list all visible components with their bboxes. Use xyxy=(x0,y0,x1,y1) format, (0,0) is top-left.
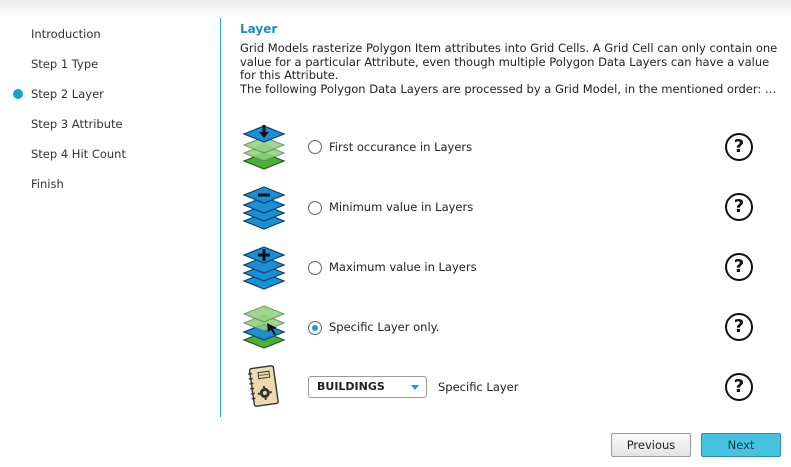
sidebar-divider xyxy=(220,18,221,417)
specific-layer-dropdown[interactable]: BUILDINGS xyxy=(308,376,427,398)
layers-minus-icon xyxy=(242,186,286,230)
page-description: Grid Models rasterize Polygon Item attri… xyxy=(240,41,780,96)
active-step-indicator xyxy=(13,89,23,99)
step-type[interactable]: Step 1 Type xyxy=(31,57,98,71)
first-occurrence-radio[interactable] xyxy=(308,140,322,154)
step-layer[interactable]: Step 2 Layer xyxy=(31,87,104,101)
next-button[interactable]: Next xyxy=(701,433,781,457)
minimum-value-radio[interactable] xyxy=(308,201,322,215)
help-icon[interactable]: ? xyxy=(725,313,753,341)
minimum-value-label: Minimum value in Layers xyxy=(329,200,474,214)
help-icon[interactable]: ? xyxy=(725,253,753,281)
layers-plus-icon xyxy=(242,246,286,290)
description-paragraph: Grid Models rasterize Polygon Item attri… xyxy=(240,41,778,83)
help-icon[interactable]: ? xyxy=(725,193,753,221)
layers-pointer-icon xyxy=(242,305,286,349)
step-introduction[interactable]: Introduction xyxy=(31,27,101,41)
wizard-steps-sidebar: Introduction Step 1 Type Step 2 Layer St… xyxy=(0,0,218,420)
step-hit-count[interactable]: Step 4 Hit Count xyxy=(31,147,126,161)
specific-layer-radio[interactable] xyxy=(308,321,322,335)
previous-button[interactable]: Previous xyxy=(611,433,691,457)
dropdown-selected-value: BUILDINGS xyxy=(317,380,385,393)
layers-arrow-down-icon xyxy=(242,125,286,170)
first-occurrence-label: First occurance in Layers xyxy=(329,140,473,154)
help-icon[interactable]: ? xyxy=(725,373,753,401)
notebook-gear-icon xyxy=(247,365,279,407)
step-attribute[interactable]: Step 3 Attribute xyxy=(31,117,123,131)
description-order-line: The following Polygon Data Layers are pr… xyxy=(240,82,780,96)
step-finish[interactable]: Finish xyxy=(31,177,64,191)
specific-layer-label: Specific Layer xyxy=(438,380,519,394)
chevron-down-icon xyxy=(411,385,419,390)
page-title: Layer xyxy=(240,22,278,36)
specific-layer-only-label: Specific Layer only. xyxy=(329,320,440,334)
maximum-value-radio[interactable] xyxy=(308,261,322,275)
maximum-value-label: Maximum value in Layers xyxy=(329,260,477,274)
help-icon[interactable]: ? xyxy=(725,133,753,161)
